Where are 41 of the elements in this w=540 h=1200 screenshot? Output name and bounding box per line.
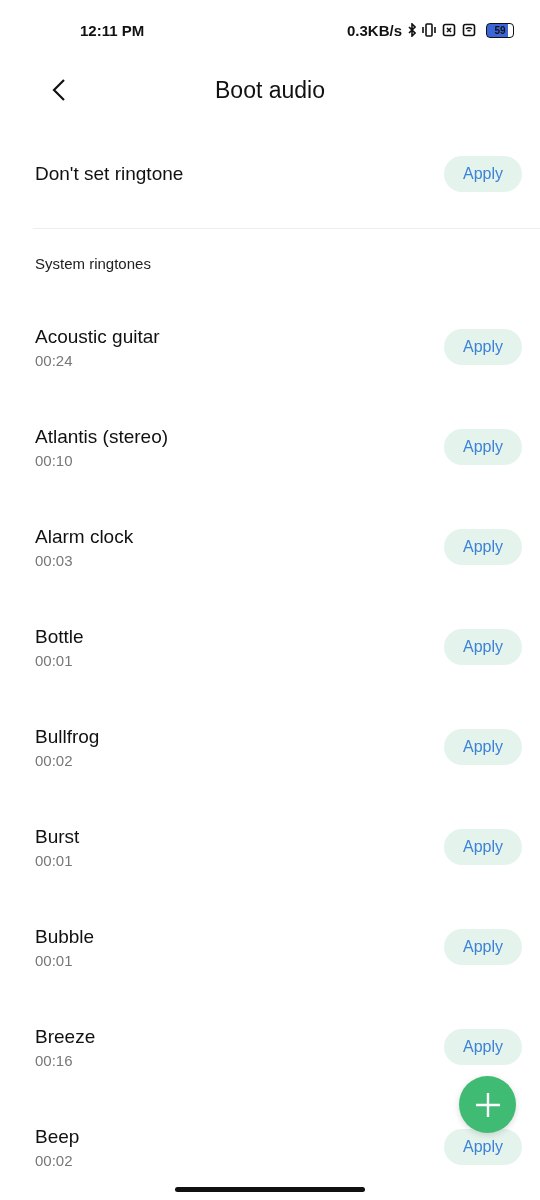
apply-button[interactable]: Apply [444,629,522,665]
ringtone-title: Alarm clock [35,525,134,548]
section-title: System ringtones [35,254,151,272]
ringtone-title: Bullfrog [35,725,100,748]
back-icon [51,78,67,102]
ringtone-title: Bubble [35,925,95,948]
ringtone-duration: 00:03 [35,551,74,569]
vibrate-icon [422,23,436,37]
ringtone-title: Beep [35,1125,80,1148]
page-title: Boot audio [215,76,325,104]
apply-button[interactable]: Apply [444,529,522,565]
bluetooth-icon [408,23,416,37]
apply-button[interactable]: Apply [444,1029,522,1065]
battery-indicator: 59 [486,22,514,38]
apply-button[interactable]: Apply [444,829,522,865]
apply-button[interactable]: Apply [444,1129,522,1165]
apply-button[interactable]: Apply [444,329,522,365]
apply-button[interactable]: Apply [444,429,522,465]
ringtone-duration: 00:01 [35,851,74,869]
ringtone-title: Acoustic guitar [35,325,160,348]
sim-icon [442,23,456,37]
apply-button[interactable]: Apply [444,156,522,192]
ringtone-title: Burst [35,825,80,848]
ringtone-title: Bottle [35,625,84,648]
plus-icon [474,1091,501,1118]
add-button[interactable] [459,1076,516,1133]
ringtone-title: Atlantis (stereo) [35,425,169,448]
ringtone-duration: 00:16 [35,1051,74,1069]
ringtone-title: Breeze [35,1025,96,1048]
ringtone-duration: 00:01 [35,651,74,669]
ringtone-duration: 00:02 [35,751,74,769]
apply-button[interactable]: Apply [444,929,522,965]
wifi-icon [462,23,476,37]
ringtone-duration: 00:02 [35,1151,74,1169]
ringtone-duration: 00:10 [35,451,74,469]
network-speed: 0.3KB/s [346,21,402,39]
status-time: 12:11 PM [80,21,145,39]
ringtone-duration: 00:24 [35,351,74,369]
ringtone-duration: 00:01 [35,951,74,969]
apply-button[interactable]: Apply [444,729,522,765]
option-title: Don't set ringtone [35,163,184,185]
